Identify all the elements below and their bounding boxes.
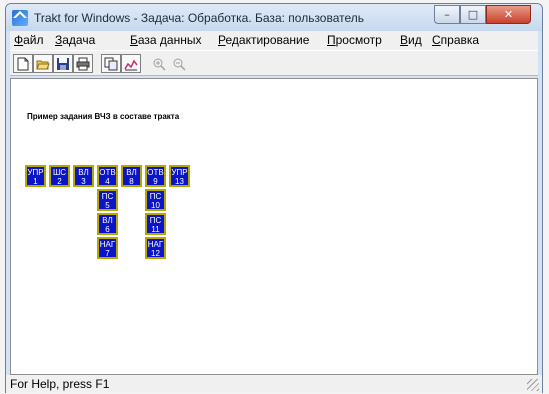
app-window: Trakt for Windows - Задача: Обработка. Б… — [5, 3, 543, 393]
menu-file[interactable]: Файл — [14, 33, 44, 47]
resize-grip-icon[interactable] — [527, 379, 539, 391]
tract-block[interactable]: ВЛ 8 — [121, 165, 142, 187]
menu-window[interactable]: Вид — [400, 33, 422, 47]
title-bar[interactable]: Trakt for Windows - Задача: Обработка. Б… — [6, 4, 542, 31]
save-icon[interactable] — [53, 54, 73, 73]
tract-block[interactable]: НАГ 12 — [145, 237, 166, 259]
menu-help[interactable]: Справка — [432, 33, 479, 47]
window-title: Trakt for Windows - Задача: Обработка. Б… — [34, 11, 365, 25]
menu-database[interactable]: База данных — [130, 33, 201, 47]
tract-block[interactable]: УПР 13 — [169, 165, 190, 187]
toolbar — [10, 50, 538, 76]
tract-block[interactable]: ВЛ 3 — [73, 165, 94, 187]
zoom-out-icon[interactable] — [169, 54, 189, 73]
tract-block[interactable]: УПР 1 — [25, 165, 46, 187]
open-folder-icon[interactable] — [33, 54, 53, 73]
copy-icon[interactable] — [101, 54, 121, 73]
status-text: For Help, press F1 — [10, 377, 110, 391]
tract-block[interactable]: ПС 10 — [145, 189, 166, 211]
tract-block[interactable]: ШС 2 — [49, 165, 70, 187]
diagram-caption: Пример задания ВЧЗ в составе тракта — [27, 112, 180, 121]
menu-task[interactable]: Задача — [55, 33, 95, 47]
new-file-icon[interactable] — [13, 54, 33, 73]
app-icon[interactable] — [12, 10, 28, 26]
tract-block[interactable]: ПС 5 — [97, 189, 118, 211]
zoom-in-icon[interactable] — [149, 54, 169, 73]
print-icon[interactable] — [73, 54, 93, 73]
maximize-button[interactable]: □ — [460, 5, 486, 24]
tract-block[interactable]: ОТВ 9 — [145, 165, 166, 187]
status-bar: For Help, press F1 — [6, 375, 542, 393]
tract-block[interactable]: ОТВ 4 — [97, 165, 118, 187]
chart-icon[interactable] — [121, 54, 141, 73]
menu-view[interactable]: Просмотр — [327, 33, 382, 47]
close-button[interactable]: ✕ — [486, 5, 531, 24]
menu-bar: Файл Задача База данных Редактирование П… — [10, 31, 538, 50]
tract-block[interactable]: НАГ 7 — [97, 237, 118, 259]
document-canvas[interactable]: Пример задания ВЧЗ в составе тракта УПР 1… — [10, 78, 538, 375]
tract-block[interactable]: ВЛ 6 — [97, 213, 118, 235]
minimize-button[interactable]: – — [434, 5, 460, 24]
menu-edit[interactable]: Редактирование — [218, 33, 309, 47]
tract-block[interactable]: ПС 11 — [145, 213, 166, 235]
